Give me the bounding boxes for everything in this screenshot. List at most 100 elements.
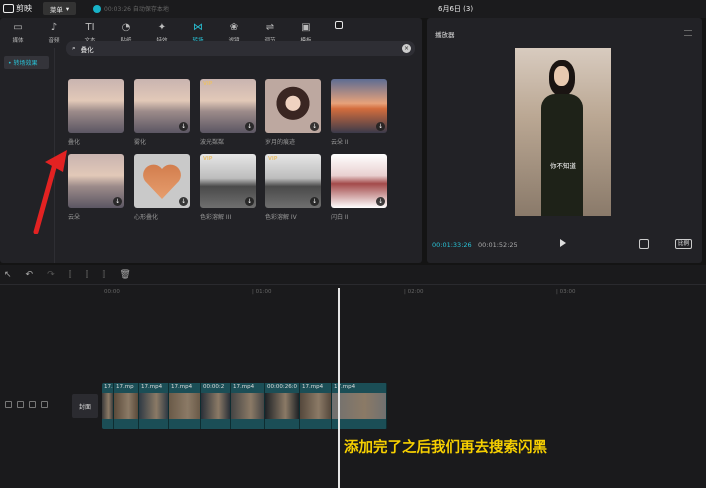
time-ruler[interactable]: 00:00 | 01:00 | 02:00 | 03:00 — [100, 287, 706, 297]
ruler-tick: | 02:00 — [404, 289, 424, 295]
sidebar-item-transitions[interactable]: • 转场效果 — [4, 56, 49, 69]
search-icon: ⌕ — [72, 44, 76, 52]
effect-card[interactable]: ↓ 云朵 — [68, 154, 124, 221]
video-subtitle: 你不知道 — [550, 162, 576, 170]
timeline-clip[interactable]: 17. — [102, 383, 114, 429]
timeline-toolbar: ↖ ↶ ↷ ⫿ ⫿ ⫿ 🗑 — [0, 265, 706, 285]
clip-label: 17.mp4 — [171, 384, 193, 390]
effect-card[interactable]: ↓ 雾化 — [134, 79, 190, 146]
effect-label: 雾化 — [134, 139, 147, 146]
download-icon[interactable]: ↓ — [179, 122, 188, 131]
timeline-clip[interactable]: 17.mp4 — [169, 383, 201, 429]
split-left-icon[interactable]: ⫿ — [86, 270, 89, 280]
download-icon[interactable]: ↓ — [376, 122, 385, 131]
cover-button[interactable]: 封面 — [72, 394, 98, 418]
clip-thumbnail — [300, 393, 331, 419]
current-timecode: 00:01:33:26 — [432, 241, 472, 249]
effect-card[interactable]: ↓ 闪白 II — [331, 154, 387, 221]
download-icon[interactable]: ↓ — [113, 197, 122, 206]
effect-card[interactable]: ↓ 心形叠化 — [134, 154, 190, 221]
redo-icon[interactable]: ↷ — [47, 270, 55, 280]
tab-label: 媒体 — [12, 38, 24, 44]
effect-label: 闪白 II — [331, 214, 349, 221]
tab-1[interactable]: ♪ 音频 — [39, 18, 69, 48]
fullscreen-icon[interactable] — [639, 239, 649, 249]
download-icon[interactable]: ↓ — [245, 122, 254, 131]
timeline-clip[interactable]: 17.mp4 — [231, 383, 265, 429]
download-icon[interactable]: ↓ — [245, 197, 254, 206]
effect-card[interactable]: VIP ↓ 波光粼粼 — [200, 79, 256, 146]
clip-thumbnail — [114, 393, 138, 419]
effect-thumbnail[interactable]: ↓ — [265, 79, 321, 133]
tab-icon: ❀ — [229, 22, 239, 33]
effect-thumbnail[interactable]: ↓ — [331, 79, 387, 133]
save-status: 00:03:26 自动保存本地 — [93, 4, 169, 13]
effect-card[interactable]: VIP ↓ 色彩溶解 IV — [265, 154, 321, 221]
ratio-button[interactable]: 比例 — [674, 239, 692, 249]
download-icon[interactable]: ↓ — [376, 197, 385, 206]
effect-label: 云朵 II — [331, 139, 349, 146]
app-name: 剪映 — [16, 4, 32, 13]
clip-label: 17. — [104, 384, 113, 390]
download-icon[interactable]: ↓ — [310, 122, 319, 131]
video-preview[interactable]: 你不知道 — [515, 48, 611, 216]
volume-icon[interactable] — [41, 401, 48, 408]
menu-button[interactable]: 菜单 ▾ — [43, 2, 76, 15]
effect-card[interactable]: VIP ↓ 色彩溶解 III — [200, 154, 256, 221]
timeline-clip[interactable]: 17.mp4 — [300, 383, 332, 429]
lock-icon[interactable] — [17, 401, 24, 408]
menu-icon[interactable] — [684, 30, 692, 36]
effect-thumbnail[interactable]: ↓ — [134, 154, 190, 208]
clip-label: 00:00:2 — [203, 384, 225, 390]
download-icon[interactable]: ↓ — [310, 197, 319, 206]
tab-icon: ✦ — [157, 22, 167, 33]
clip-thumbnail — [201, 393, 230, 419]
effect-card[interactable]: 叠化 — [68, 79, 124, 146]
clip-label: 17.mp4 — [233, 384, 255, 390]
tab-icon: ⇌ — [265, 22, 275, 33]
tab-0[interactable]: ▭ 媒体 — [3, 18, 33, 48]
download-icon[interactable]: ↓ — [179, 197, 188, 206]
timeline-clip[interactable]: 17.mp4 — [139, 383, 169, 429]
vip-badge: VIP — [203, 81, 213, 87]
playhead[interactable] — [338, 288, 340, 488]
undo-icon[interactable]: ↶ — [26, 270, 34, 280]
ruler-tick: | 01:00 — [252, 289, 272, 295]
effect-thumbnail[interactable]: ↓ — [68, 154, 124, 208]
vip-badge: VIP — [203, 156, 213, 162]
search-input[interactable]: ⌕ 叠化 × — [66, 41, 415, 56]
timeline-clip[interactable]: 17.mp — [114, 383, 139, 429]
effect-card[interactable]: ↓ 岁月的痕迹 — [265, 79, 321, 146]
timeline-clip[interactable]: 00:00:26:0 — [265, 383, 300, 429]
eye-icon[interactable] — [29, 401, 36, 408]
track-toggle-icon[interactable] — [5, 401, 12, 408]
video-track[interactable]: 17. 17.mp 17.mp4 17.mp4 00:00:2 17.mp4 00:00:2… — [102, 383, 387, 429]
effect-thumbnail[interactable]: ↓ — [331, 154, 387, 208]
select-cursor-icon[interactable]: ↖ — [4, 270, 12, 280]
effect-thumbnail[interactable]: ↓ — [134, 79, 190, 133]
effect-card[interactable]: ↓ 云朵 II — [331, 79, 387, 146]
tab-label: 音频 — [48, 38, 60, 44]
timeline-clip[interactable]: 17.mp4 — [332, 383, 387, 429]
clip-thumbnail — [169, 393, 200, 419]
title-bar: 剪映 菜单 ▾ 00:03:26 自动保存本地 6月6日 (3) — [0, 0, 706, 18]
tab-icon: ▭ — [13, 22, 23, 33]
timeline-clip[interactable]: 00:00:2 — [201, 383, 231, 429]
delete-icon[interactable]: 🗑 — [119, 270, 130, 280]
ruler-tick: 00:00 — [104, 289, 120, 295]
clip-thumbnail — [265, 393, 299, 419]
effect-thumbnail[interactable]: VIP ↓ — [265, 154, 321, 208]
split-right-icon[interactable]: ⫿ — [102, 270, 105, 280]
split-icon[interactable]: ⫿ — [69, 270, 72, 280]
player-title: 播放器 — [435, 31, 455, 39]
playhead-handle[interactable] — [335, 21, 343, 29]
clear-search-icon[interactable]: × — [402, 44, 411, 53]
effect-thumbnail[interactable]: VIP ↓ — [200, 154, 256, 208]
clip-thumbnail — [139, 393, 168, 419]
play-icon[interactable] — [560, 239, 566, 247]
effect-thumbnail[interactable]: VIP ↓ — [200, 79, 256, 133]
total-timecode: 00:01:52:25 — [478, 241, 518, 249]
clip-thumbnail — [102, 393, 113, 419]
effect-thumbnail[interactable] — [68, 79, 124, 133]
effect-label: 心形叠化 — [134, 214, 159, 221]
